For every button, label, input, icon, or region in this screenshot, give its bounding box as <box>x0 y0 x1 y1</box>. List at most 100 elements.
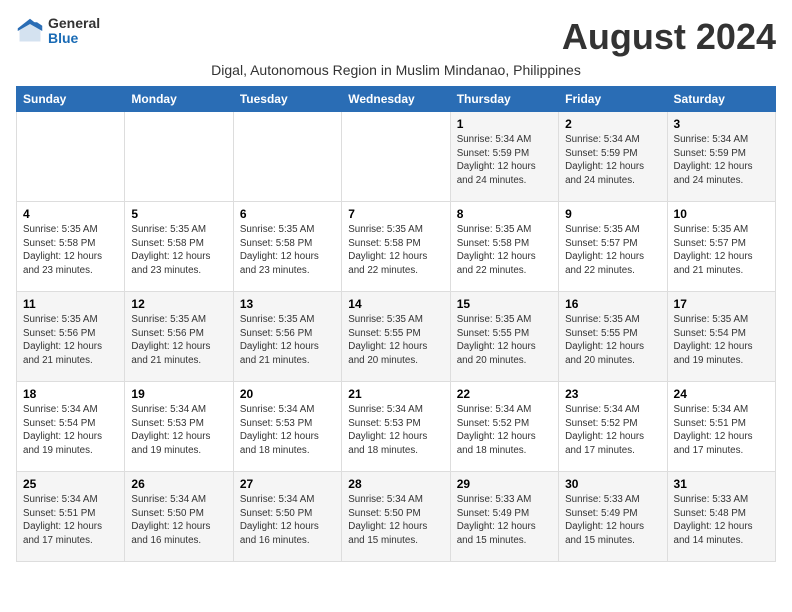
day-info: Sunrise: 5:33 AM Sunset: 5:48 PM Dayligh… <box>674 493 769 548</box>
day-number: 2 <box>565 117 660 131</box>
day-info: Sunrise: 5:35 AM Sunset: 5:58 PM Dayligh… <box>348 223 443 278</box>
header-tuesday: Tuesday <box>233 87 341 112</box>
calendar-cell: 14 Sunrise: 5:35 AM Sunset: 5:55 PM Dayli… <box>342 292 450 382</box>
logo-icon <box>16 17 44 45</box>
day-number: 11 <box>23 297 118 311</box>
month-title: August 2024 <box>562 16 776 58</box>
day-info: Sunrise: 5:35 AM Sunset: 5:58 PM Dayligh… <box>240 223 335 278</box>
day-info: Sunrise: 5:34 AM Sunset: 5:59 PM Dayligh… <box>565 133 660 188</box>
day-info: Sunrise: 5:35 AM Sunset: 5:58 PM Dayligh… <box>23 223 118 278</box>
header-sunday: Sunday <box>17 87 125 112</box>
day-info: Sunrise: 5:34 AM Sunset: 5:50 PM Dayligh… <box>348 493 443 548</box>
day-number: 10 <box>674 207 769 221</box>
day-info: Sunrise: 5:35 AM Sunset: 5:56 PM Dayligh… <box>131 313 226 368</box>
calendar-cell: 18Sunrise: 5:34 AM Sunset: 5:54 PM Dayli… <box>17 382 125 472</box>
day-info: Sunrise: 5:35 AM Sunset: 5:55 PM Dayligh… <box>348 313 443 368</box>
calendar-week-4: 18Sunrise: 5:34 AM Sunset: 5:54 PM Dayli… <box>17 382 776 472</box>
weekday-header-row: Sunday Monday Tuesday Wednesday Thursday… <box>17 87 776 112</box>
day-info: Sunrise: 5:34 AM Sunset: 5:51 PM Dayligh… <box>23 493 118 548</box>
day-number: 27 <box>240 477 335 491</box>
day-info: Sunrise: 5:34 AM Sunset: 5:53 PM Dayligh… <box>348 403 443 458</box>
calendar-cell: 23Sunrise: 5:34 AM Sunset: 5:52 PM Dayli… <box>559 382 667 472</box>
calendar-cell: 4Sunrise: 5:35 AM Sunset: 5:58 PM Daylig… <box>17 202 125 292</box>
day-info: Sunrise: 5:34 AM Sunset: 5:52 PM Dayligh… <box>457 403 552 458</box>
calendar-table: Sunday Monday Tuesday Wednesday Thursday… <box>16 86 776 562</box>
day-info: Sunrise: 5:34 AM Sunset: 5:59 PM Dayligh… <box>674 133 769 188</box>
calendar-cell: 28Sunrise: 5:34 AM Sunset: 5:50 PM Dayli… <box>342 472 450 562</box>
day-number: 19 <box>131 387 226 401</box>
day-info: Sunrise: 5:35 AM Sunset: 5:56 PM Dayligh… <box>240 313 335 368</box>
calendar-cell: 24Sunrise: 5:34 AM Sunset: 5:51 PM Dayli… <box>667 382 775 472</box>
calendar-week-5: 25 Sunrise: 5:34 AM Sunset: 5:51 PM Dayli… <box>17 472 776 562</box>
header-monday: Monday <box>125 87 233 112</box>
day-info: Sunrise: 5:34 AM Sunset: 5:50 PM Dayligh… <box>240 493 335 548</box>
day-number: 3 <box>674 117 769 131</box>
day-number: 17 <box>674 297 769 311</box>
day-number: 15 <box>457 297 552 311</box>
calendar-cell: 26 Sunrise: 5:34 AM Sunset: 5:50 PM Dayli… <box>125 472 233 562</box>
calendar-cell <box>342 112 450 202</box>
calendar-cell: 22 Sunrise: 5:34 AM Sunset: 5:52 PM Dayli… <box>450 382 558 472</box>
calendar-cell: 9 Sunrise: 5:35 AM Sunset: 5:57 PM Daylig… <box>559 202 667 292</box>
day-number: 22 <box>457 387 552 401</box>
header-friday: Friday <box>559 87 667 112</box>
calendar-cell: 15 Sunrise: 5:35 AM Sunset: 5:55 PM Dayli… <box>450 292 558 382</box>
calendar-cell: 29 Sunrise: 5:33 AM Sunset: 5:49 PM Dayli… <box>450 472 558 562</box>
calendar-cell: 13 Sunrise: 5:35 AM Sunset: 5:56 PM Dayli… <box>233 292 341 382</box>
day-number: 9 <box>565 207 660 221</box>
page-header: General Blue August 2024 <box>16 16 776 58</box>
calendar-cell: 16 Sunrise: 5:35 AM Sunset: 5:55 PM Dayli… <box>559 292 667 382</box>
calendar-cell: 25 Sunrise: 5:34 AM Sunset: 5:51 PM Dayli… <box>17 472 125 562</box>
logo-text: General Blue <box>48 16 100 47</box>
day-info: Sunrise: 5:35 AM Sunset: 5:57 PM Dayligh… <box>674 223 769 278</box>
day-info: Sunrise: 5:35 AM Sunset: 5:55 PM Dayligh… <box>565 313 660 368</box>
calendar-cell: 31 Sunrise: 5:33 AM Sunset: 5:48 PM Dayli… <box>667 472 775 562</box>
calendar-week-3: 11 Sunrise: 5:35 AM Sunset: 5:56 PM Dayli… <box>17 292 776 382</box>
calendar-cell: 20Sunrise: 5:34 AM Sunset: 5:53 PM Dayli… <box>233 382 341 472</box>
day-info: Sunrise: 5:34 AM Sunset: 5:59 PM Dayligh… <box>457 133 552 188</box>
day-number: 26 <box>131 477 226 491</box>
day-info: Sunrise: 5:33 AM Sunset: 5:49 PM Dayligh… <box>457 493 552 548</box>
calendar-week-2: 4Sunrise: 5:35 AM Sunset: 5:58 PM Daylig… <box>17 202 776 292</box>
day-number: 29 <box>457 477 552 491</box>
calendar-header: Sunday Monday Tuesday Wednesday Thursday… <box>17 87 776 112</box>
day-info: Sunrise: 5:35 AM Sunset: 5:58 PM Dayligh… <box>457 223 552 278</box>
logo-general: General <box>48 16 100 31</box>
day-number: 8 <box>457 207 552 221</box>
day-number: 16 <box>565 297 660 311</box>
calendar-week-1: 1 Sunrise: 5:34 AM Sunset: 5:59 PM Daylig… <box>17 112 776 202</box>
day-number: 21 <box>348 387 443 401</box>
calendar-subtitle: Digal, Autonomous Region in Muslim Minda… <box>16 62 776 78</box>
calendar-cell: 10 Sunrise: 5:35 AM Sunset: 5:57 PM Dayli… <box>667 202 775 292</box>
calendar-cell: 19Sunrise: 5:34 AM Sunset: 5:53 PM Dayli… <box>125 382 233 472</box>
day-number: 30 <box>565 477 660 491</box>
header-thursday: Thursday <box>450 87 558 112</box>
day-number: 13 <box>240 297 335 311</box>
day-info: Sunrise: 5:35 AM Sunset: 5:54 PM Dayligh… <box>674 313 769 368</box>
day-number: 31 <box>674 477 769 491</box>
calendar-cell: 21 Sunrise: 5:34 AM Sunset: 5:53 PM Dayli… <box>342 382 450 472</box>
day-info: Sunrise: 5:34 AM Sunset: 5:51 PM Dayligh… <box>674 403 769 458</box>
day-info: Sunrise: 5:35 AM Sunset: 5:55 PM Dayligh… <box>457 313 552 368</box>
calendar-cell: 2 Sunrise: 5:34 AM Sunset: 5:59 PM Daylig… <box>559 112 667 202</box>
day-info: Sunrise: 5:33 AM Sunset: 5:49 PM Dayligh… <box>565 493 660 548</box>
day-info: Sunrise: 5:34 AM Sunset: 5:52 PM Dayligh… <box>565 403 660 458</box>
day-number: 7 <box>348 207 443 221</box>
day-number: 5 <box>131 207 226 221</box>
day-number: 1 <box>457 117 552 131</box>
day-number: 25 <box>23 477 118 491</box>
day-info: Sunrise: 5:34 AM Sunset: 5:54 PM Dayligh… <box>23 403 118 458</box>
calendar-cell: 11 Sunrise: 5:35 AM Sunset: 5:56 PM Dayli… <box>17 292 125 382</box>
calendar-cell: 27 Sunrise: 5:34 AM Sunset: 5:50 PM Dayli… <box>233 472 341 562</box>
day-info: Sunrise: 5:34 AM Sunset: 5:53 PM Dayligh… <box>240 403 335 458</box>
day-info: Sunrise: 5:34 AM Sunset: 5:50 PM Dayligh… <box>131 493 226 548</box>
calendar-cell: 7 Sunrise: 5:35 AM Sunset: 5:58 PM Daylig… <box>342 202 450 292</box>
logo: General Blue <box>16 16 100 47</box>
header-saturday: Saturday <box>667 87 775 112</box>
calendar-cell: 5Sunrise: 5:35 AM Sunset: 5:58 PM Daylig… <box>125 202 233 292</box>
day-info: Sunrise: 5:35 AM Sunset: 5:57 PM Dayligh… <box>565 223 660 278</box>
day-number: 6 <box>240 207 335 221</box>
calendar-cell: 6 Sunrise: 5:35 AM Sunset: 5:58 PM Daylig… <box>233 202 341 292</box>
day-info: Sunrise: 5:35 AM Sunset: 5:56 PM Dayligh… <box>23 313 118 368</box>
day-number: 14 <box>348 297 443 311</box>
